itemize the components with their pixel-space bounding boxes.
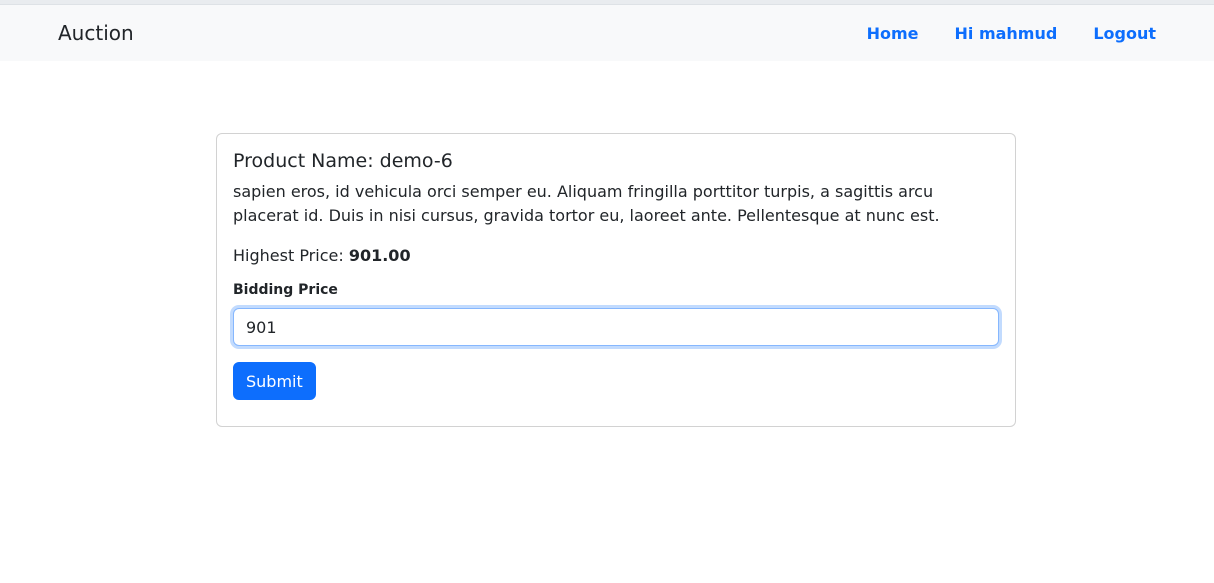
nav-user-link[interactable]: Hi mahmud — [955, 24, 1058, 43]
nav-logout-link[interactable]: Logout — [1093, 24, 1156, 43]
highest-price-label: Highest Price: — [233, 246, 344, 265]
brand-link[interactable]: Auction — [58, 21, 134, 45]
product-description: sapien eros, id vehicula orci semper eu.… — [233, 182, 940, 225]
submit-button[interactable]: Submit — [233, 362, 316, 400]
bidding-price-input[interactable] — [233, 308, 999, 346]
product-card: Product Name: demo-6 sapien eros, id veh… — [216, 133, 1016, 427]
highest-price-value: 901.00 — [348, 246, 411, 265]
nav-links: Home Hi mahmud Logout — [867, 24, 1156, 43]
product-title: Product Name: demo-6 — [233, 150, 453, 172]
highest-price-line: Highest Price: 901.00 — [233, 244, 999, 268]
nav-home-link[interactable]: Home — [867, 24, 919, 43]
navbar: Auction Home Hi mahmud Logout — [0, 5, 1214, 61]
bidding-price-label: Bidding Price — [233, 282, 338, 298]
